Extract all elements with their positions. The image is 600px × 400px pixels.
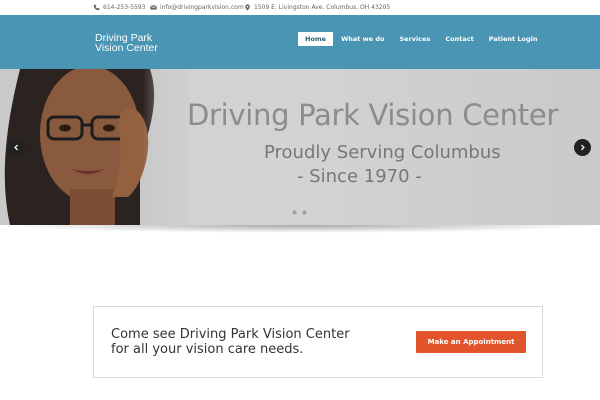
hero-shadow	[0, 225, 600, 233]
hero-slider: Driving Park Vision Center Proudly Servi…	[0, 69, 600, 225]
phone-info: 614-253-5593	[93, 4, 146, 11]
nav-services[interactable]: Services	[392, 32, 437, 46]
address-info: 1509 E. Livingston Ave. Columbus, OH 432…	[244, 4, 390, 11]
email-text[interactable]: info@drivingparkvision.com	[160, 4, 244, 11]
nav-patient-login[interactable]: Patient Login	[482, 32, 545, 46]
slider-dots	[292, 210, 307, 215]
cta-box: Come see Driving Park Vision Center for …	[93, 306, 543, 378]
slider-dot-2[interactable]	[302, 210, 307, 215]
phone-icon	[93, 4, 100, 11]
nav-home[interactable]: Home	[298, 32, 334, 46]
phone-text: 614-253-5593	[103, 4, 146, 11]
logo-line-2: Vision Center	[95, 42, 158, 54]
slider-next-button[interactable]	[574, 139, 591, 156]
make-appointment-button[interactable]: Make an Appointment	[416, 331, 526, 353]
nav-contact[interactable]: Contact	[438, 32, 480, 46]
cta-line-1: Come see Driving Park Vision Center	[111, 327, 350, 342]
cta-text: Come see Driving Park Vision Center for …	[111, 327, 350, 357]
hero-title: Driving Park Vision Center	[187, 98, 558, 132]
site-header: Driving Park Vision Center Home What we …	[0, 15, 600, 69]
nav-what-we-do[interactable]: What we do	[334, 32, 391, 46]
cta-line-2: for all your vision care needs.	[111, 342, 304, 357]
hero-subtitle-2: - Since 1970 -	[297, 166, 422, 187]
slider-dot-1[interactable]	[292, 210, 297, 215]
hero-subtitle-1: Proudly Serving Columbus	[264, 142, 501, 163]
chevron-left-icon	[14, 144, 18, 151]
address-text: 1509 E. Livingston Ave. Columbus, OH 432…	[254, 4, 391, 11]
woman-with-glasses-image	[0, 69, 190, 225]
site-logo[interactable]: Driving Park Vision Center	[95, 33, 158, 54]
main-nav: Home What we do Services Contact Patient…	[298, 32, 545, 46]
map-marker-icon	[245, 4, 250, 11]
envelope-icon	[150, 5, 157, 10]
chevron-right-icon	[581, 144, 585, 151]
contact-topbar: 614-253-5593 info@drivingparkvision.com …	[0, 0, 600, 15]
slider-prev-button[interactable]	[8, 139, 25, 156]
email-info[interactable]: info@drivingparkvision.com	[150, 4, 244, 11]
